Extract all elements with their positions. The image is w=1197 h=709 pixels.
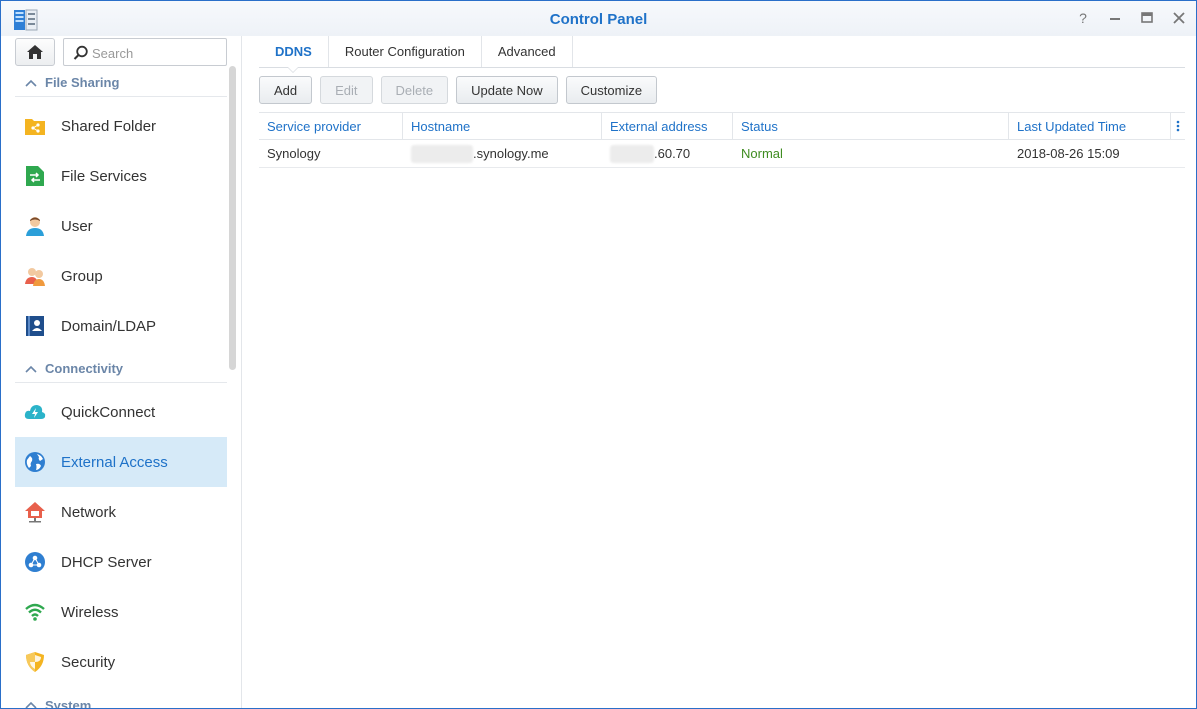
add-button[interactable]: Add [259, 76, 313, 104]
chevron-up-icon [25, 701, 37, 708]
sidebar-item-label: Domain/LDAP [61, 317, 157, 335]
search-icon [73, 45, 88, 60]
sidebar: File Sharing Shared Folder File Services… [1, 36, 242, 708]
chevron-up-icon [25, 365, 37, 373]
table-row[interactable]: Synology .synology.me .60.70 Normal 2018… [259, 140, 1185, 168]
control-panel-window: Control Panel ? Search File Sharing Shar… [0, 0, 1197, 709]
section-header-file-sharing[interactable]: File Sharing [15, 69, 227, 97]
dhcp-server-icon [23, 550, 47, 574]
sidebar-scrollbar[interactable] [229, 66, 237, 706]
external-access-icon [23, 450, 47, 474]
cell-external-address: .60.70 [602, 140, 733, 167]
close-icon[interactable] [1172, 10, 1186, 26]
minimize-icon[interactable] [1108, 10, 1122, 26]
section-header-connectivity[interactable]: Connectivity [15, 355, 227, 383]
column-header-last-updated-time[interactable]: Last Updated Time [1009, 113, 1171, 139]
title-bar[interactable]: Control Panel ? [1, 1, 1196, 36]
redacted-block [411, 144, 473, 163]
sidebar-item-dhcp-server[interactable]: DHCP Server [15, 537, 227, 587]
sidebar-item-group[interactable]: Group [15, 251, 227, 301]
sidebar-item-domain-ldap[interactable]: Domain/LDAP [15, 301, 227, 351]
sidebar-item-user[interactable]: User [15, 201, 227, 251]
sidebar-item-shared-folder[interactable]: Shared Folder [15, 101, 227, 151]
cell-last-updated: 2018-08-26 15:09 [1017, 146, 1120, 161]
update-now-button[interactable]: Update Now [456, 76, 558, 104]
sidebar-item-label: Wireless [61, 603, 119, 621]
sidebar-item-external-access[interactable]: External Access [15, 437, 227, 487]
delete-button[interactable]: Delete [380, 76, 449, 104]
quickconnect-icon [23, 400, 47, 424]
sidebar-item-quickconnect[interactable]: QuickConnect [15, 387, 227, 437]
maximize-icon[interactable] [1140, 10, 1154, 26]
domain-ldap-icon [23, 314, 47, 338]
cell-hostname: .synology.me [403, 140, 602, 167]
ddns-table: Service provider Hostname External addre… [259, 112, 1185, 168]
security-icon [23, 650, 47, 674]
network-icon [23, 500, 47, 524]
search-box[interactable] [63, 38, 227, 66]
main-panel: DDNS Router Configuration Advanced Add E… [243, 36, 1196, 708]
sidebar-item-label: Network [61, 503, 117, 521]
sidebar-item-label: Security [61, 653, 116, 671]
toolbar: Add Edit Delete Update Now Customize [259, 76, 658, 104]
sidebar-item-wireless[interactable]: Wireless [15, 587, 227, 637]
hostname-text: .synology.me [473, 146, 549, 161]
redacted-block [610, 144, 654, 163]
search-input[interactable] [92, 43, 222, 63]
column-header-hostname[interactable]: Hostname [403, 113, 602, 139]
tab-router-configuration[interactable]: Router Configuration [329, 36, 482, 67]
tab-bar: DDNS Router Configuration Advanced [259, 36, 1185, 73]
user-icon [23, 214, 47, 238]
tab-advanced[interactable]: Advanced [482, 36, 573, 67]
sidebar-item-file-services[interactable]: File Services [15, 151, 227, 201]
customize-button[interactable]: Customize [565, 76, 658, 104]
file-services-icon [23, 164, 47, 188]
sidebar-item-label: DHCP Server [61, 553, 152, 571]
sidebar-scrollbar-thumb[interactable] [229, 66, 236, 370]
sidebar-item-network[interactable]: Network [15, 487, 227, 537]
tab-ddns[interactable]: DDNS [259, 36, 329, 73]
cell-status: Normal [741, 146, 783, 161]
window-title: Control Panel [549, 11, 648, 28]
external-address-text: .60.70 [654, 146, 691, 161]
wireless-icon [23, 600, 47, 624]
chevron-up-icon [25, 79, 37, 87]
column-header-status[interactable]: Status [733, 113, 1009, 139]
sidebar-item-label: External Access [61, 453, 168, 471]
sidebar-item-label: Group [61, 267, 103, 285]
group-icon [23, 264, 47, 288]
help-icon[interactable]: ? [1076, 10, 1090, 26]
column-header-external-address[interactable]: External address [602, 113, 733, 139]
edit-button[interactable]: Edit [320, 76, 373, 104]
sidebar-item-label: File Services [61, 167, 147, 185]
sidebar-item-label: QuickConnect [61, 403, 156, 421]
sidebar-item-label: User [61, 217, 93, 235]
section-header-system[interactable]: System [15, 691, 227, 708]
cell-service-provider: Synology [267, 146, 321, 161]
column-header-service-provider[interactable]: Service provider [259, 113, 403, 139]
shared-folder-icon [23, 114, 47, 138]
home-button[interactable] [15, 38, 55, 66]
column-options-icon[interactable] [1171, 113, 1185, 139]
table-header: Service provider Hostname External addre… [259, 112, 1185, 140]
home-icon [27, 45, 43, 59]
sidebar-item-label: Shared Folder [61, 117, 157, 135]
sidebar-item-security[interactable]: Security [15, 637, 227, 687]
